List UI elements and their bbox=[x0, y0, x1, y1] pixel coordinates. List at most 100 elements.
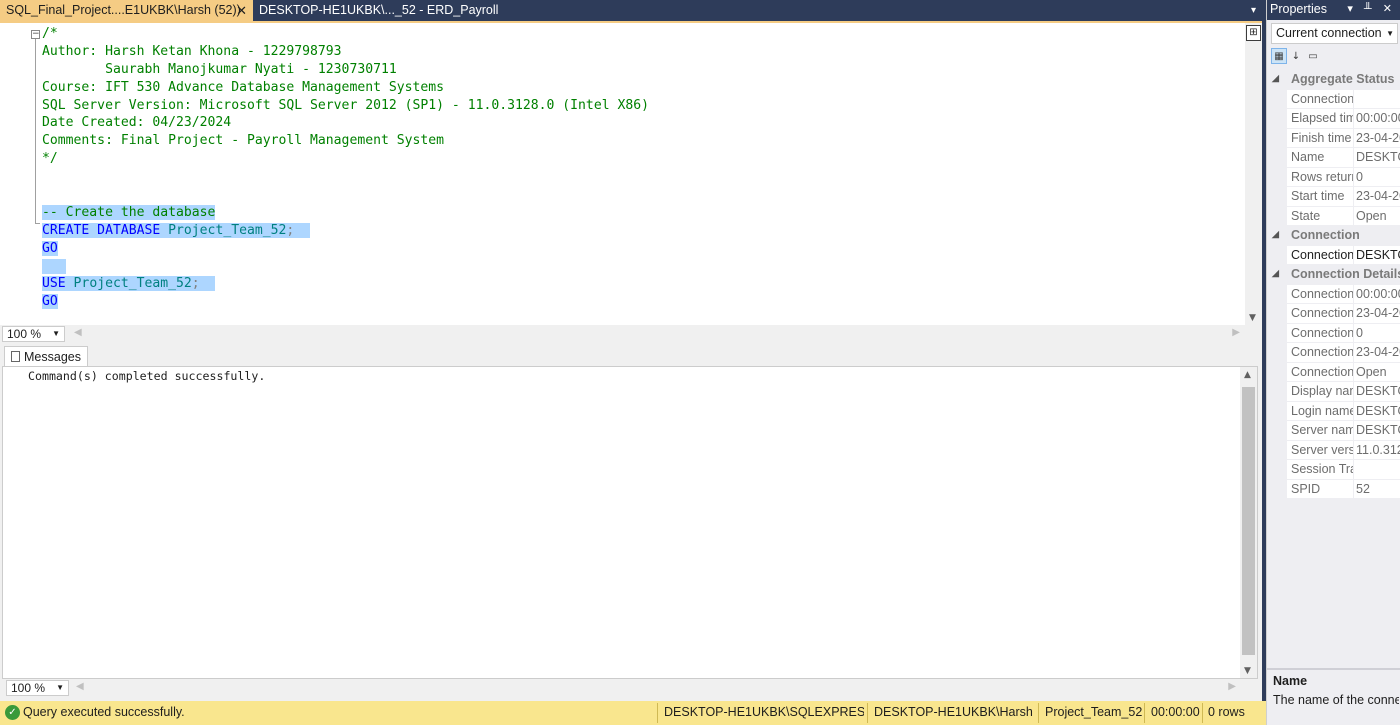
collapse-caret-icon[interactable]: ◢ bbox=[1272, 229, 1279, 240]
code-keyword: GO bbox=[42, 294, 58, 310]
messages-icon bbox=[11, 351, 20, 362]
scroll-right-icon[interactable]: ▶ bbox=[1232, 327, 1240, 338]
property-row[interactable]: Display nameDESKTOP-HE1UKBK bbox=[1267, 382, 1400, 402]
connection-rows: Connection nameDESKTOP-HE1UKBK bbox=[1267, 245, 1400, 265]
property-pages-icon[interactable]: ▭ bbox=[1305, 48, 1321, 64]
messages-vertical-scrollbar[interactable]: ▲ ▼ bbox=[1240, 367, 1257, 678]
tab-list-dropdown-icon[interactable]: ▾ bbox=[1251, 0, 1256, 22]
properties-panel: Properties ▾ ╨ ✕ Current connection ▼ ▦ ↓… bbox=[1266, 0, 1400, 725]
code-line: /* bbox=[42, 26, 58, 41]
editor-vertical-scrollbar[interactable]: ⊞ ▼ bbox=[1245, 23, 1262, 325]
property-key: Connection finish time bbox=[1287, 304, 1353, 324]
property-key: Finish time bbox=[1287, 128, 1353, 148]
editor-zoom-bar: 100 % ▼ ◀ ▶ bbox=[0, 325, 1262, 343]
panel-title: Properties bbox=[1270, 2, 1327, 16]
aggregate-rows: Connection failuresElapsed time00:00:00.… bbox=[1267, 89, 1400, 226]
code-line: Comments: Final Project - Payroll Manage… bbox=[42, 133, 445, 149]
messages-output[interactable]: Command(s) completed successfully. ▲ ▼ bbox=[2, 366, 1258, 679]
sort-alphabetical-icon[interactable]: ↓ bbox=[1288, 48, 1304, 64]
category-aggregate-status[interactable]: ◢ Aggregate Status bbox=[1267, 70, 1400, 90]
property-row[interactable]: Server version11.0.3128 bbox=[1267, 440, 1400, 460]
details-rows: Connection elapsed time00:00:00.290Conne… bbox=[1267, 284, 1400, 499]
code-line: GO bbox=[42, 240, 649, 258]
code-text[interactable]: /* Author: Harsh Ketan Khona - 122979879… bbox=[42, 25, 649, 311]
property-value: 23-04-2024 bbox=[1354, 304, 1400, 324]
property-row[interactable]: Session Tracing ID bbox=[1267, 460, 1400, 480]
property-key: Rows returned bbox=[1287, 167, 1353, 187]
scroll-right-icon[interactable]: ▶ bbox=[1228, 681, 1236, 692]
property-key: Connection rows returned bbox=[1287, 323, 1353, 343]
scroll-left-icon[interactable]: ◀ bbox=[76, 681, 84, 692]
scroll-thumb[interactable] bbox=[1242, 387, 1255, 655]
tab-label: DESKTOP-HE1UKBK\..._52 - ERD_Payroll bbox=[259, 3, 499, 17]
property-row[interactable]: Elapsed time00:00:00.290 bbox=[1267, 109, 1400, 129]
property-key: Connection name bbox=[1287, 245, 1353, 265]
chevron-down-icon: ▼ bbox=[56, 683, 64, 692]
property-row[interactable]: Connection rows returned0 bbox=[1267, 323, 1400, 343]
property-row[interactable]: Connection failures bbox=[1267, 89, 1400, 109]
tab-erd-payroll[interactable]: DESKTOP-HE1UKBK\..._52 - ERD_Payroll bbox=[255, 0, 555, 21]
close-icon[interactable]: ✕ bbox=[236, 0, 247, 21]
property-row[interactable]: Server nameDESKTOP-HE1UKBK bbox=[1267, 421, 1400, 441]
code-line: */ bbox=[42, 151, 58, 167]
split-window-icon[interactable]: ⊞ bbox=[1246, 25, 1261, 41]
property-value: DESKTOP-HE1UKBK bbox=[1354, 382, 1400, 402]
results-zoom-select[interactable]: 100 % ▼ bbox=[6, 680, 69, 696]
property-value: Open bbox=[1354, 206, 1400, 226]
result-message: Command(s) completed successfully. bbox=[28, 369, 266, 383]
code-identifier: Project_Team_52 bbox=[73, 276, 192, 292]
property-row[interactable]: Login nameDESKTOP-HE1UKBK bbox=[1267, 401, 1400, 421]
property-row[interactable]: NameDESKTOP-HE1UKBK bbox=[1267, 148, 1400, 168]
query-editor[interactable]: − /* Author: Harsh Ketan Khona - 1229798… bbox=[0, 21, 1262, 325]
scroll-down-icon[interactable]: ▼ bbox=[1244, 666, 1251, 676]
outline-guide-end bbox=[35, 223, 40, 224]
category-connection-details[interactable]: ◢ Connection Details bbox=[1267, 265, 1400, 285]
status-database: Project_Team_52 bbox=[1045, 705, 1143, 719]
property-row[interactable]: Connection stateOpen bbox=[1267, 362, 1400, 382]
description-name: Name bbox=[1273, 674, 1308, 688]
property-key: Server version bbox=[1287, 440, 1353, 460]
collapse-caret-icon[interactable]: ◢ bbox=[1272, 73, 1279, 84]
property-row[interactable]: Rows returned0 bbox=[1267, 167, 1400, 187]
status-divider bbox=[1144, 703, 1145, 723]
tab-label: Messages bbox=[24, 350, 81, 364]
tab-sql-final-project[interactable]: SQL_Final_Project....E1UKBK\Harsh (52)) … bbox=[0, 0, 253, 21]
property-value: 00:00:00.290 bbox=[1354, 284, 1400, 304]
property-value: 23-04-2024 bbox=[1354, 128, 1400, 148]
property-row[interactable]: Connection finish time23-04-2024 bbox=[1267, 304, 1400, 324]
property-row[interactable]: SPID 52 bbox=[1267, 479, 1400, 499]
property-row[interactable]: State Open bbox=[1267, 206, 1400, 226]
code-line: CREATE DATABASE Project_Team_52; bbox=[42, 222, 649, 240]
tab-messages[interactable]: Messages bbox=[4, 346, 88, 367]
property-value: 11.0.3128 bbox=[1354, 440, 1400, 460]
scroll-down-icon[interactable]: ▼ bbox=[1249, 313, 1256, 323]
panel-window-controls[interactable]: ▾ ╨ ✕ bbox=[1347, 0, 1396, 19]
collapse-caret-icon[interactable]: ◢ bbox=[1272, 268, 1279, 279]
editor-zoom-select[interactable]: 100 % ▼ bbox=[2, 326, 65, 342]
code-line: SQL Server Version: Microsoft SQL Server… bbox=[42, 97, 649, 113]
status-user: DESKTOP-HE1UKBK\Harsh ... bbox=[874, 705, 1036, 719]
scroll-up-icon[interactable]: ▲ bbox=[1244, 370, 1251, 380]
property-value: 0 bbox=[1354, 323, 1400, 343]
scroll-left-icon[interactable]: ◀ bbox=[74, 327, 82, 338]
code-line: GO bbox=[42, 293, 649, 311]
property-row[interactable]: Connection nameDESKTOP-HE1UKBK bbox=[1267, 245, 1400, 265]
property-key: SPID bbox=[1287, 479, 1353, 499]
zoom-value: 100 % bbox=[11, 681, 46, 695]
object-selector[interactable]: Current connection ▼ bbox=[1271, 23, 1398, 44]
property-key: Connection elapsed time bbox=[1287, 284, 1353, 304]
chevron-down-icon: ▼ bbox=[52, 329, 60, 338]
property-key: State bbox=[1287, 206, 1353, 226]
collapse-region-icon[interactable]: − bbox=[31, 30, 40, 39]
success-check-icon: ✓ bbox=[5, 705, 20, 720]
property-row[interactable]: Finish time23-04-2024 bbox=[1267, 128, 1400, 148]
property-key: Name bbox=[1287, 148, 1353, 168]
categorized-icon[interactable]: ▦ bbox=[1271, 48, 1287, 64]
property-row[interactable]: Connection elapsed time00:00:00.290 bbox=[1267, 284, 1400, 304]
property-row[interactable]: Start time23-04-2024 bbox=[1267, 187, 1400, 207]
status-divider bbox=[867, 703, 868, 723]
category-connection[interactable]: ◢ Connection bbox=[1267, 226, 1400, 246]
property-row[interactable]: Connection start time23-04-2024 bbox=[1267, 343, 1400, 363]
status-message: Query executed successfully. bbox=[23, 705, 185, 719]
property-value: DESKTOP-HE1UKBK bbox=[1354, 401, 1400, 421]
